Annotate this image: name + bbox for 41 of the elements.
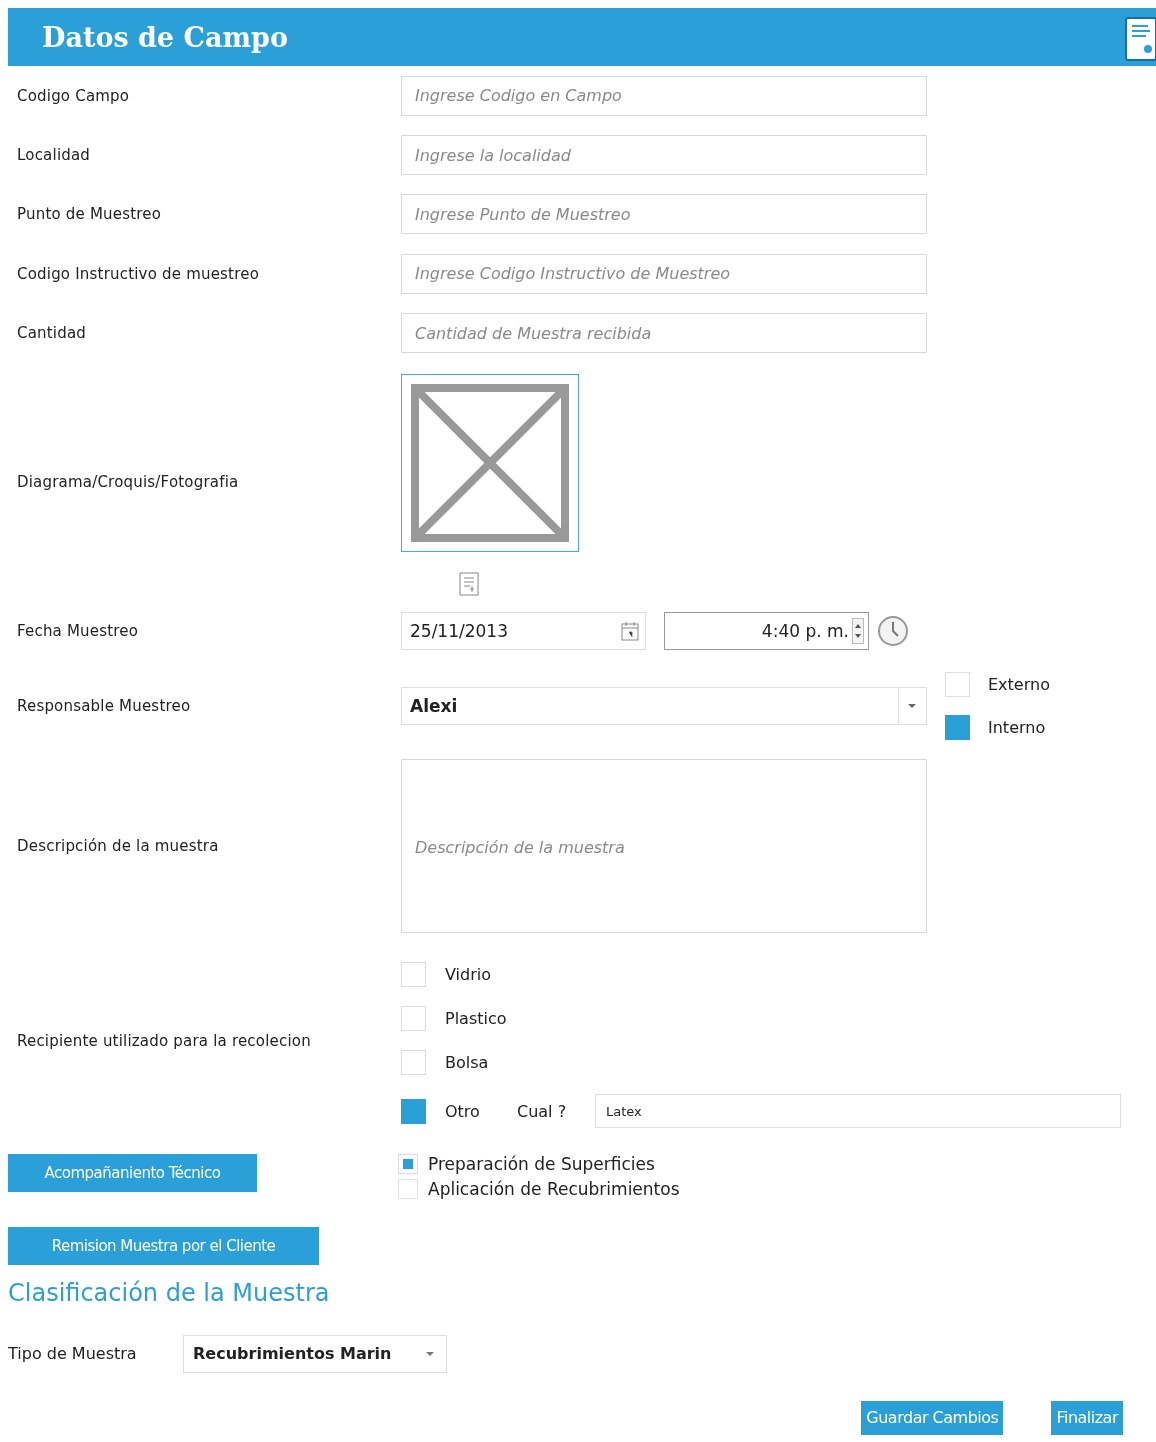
field-label: Descripción de la muestra [16,837,220,856]
spinner-arrows-icon[interactable] [852,618,864,645]
checkbox[interactable] [945,715,970,741]
field-label: Recipiente utilizado para la recolecion [16,1032,312,1051]
checkbox-label: Vidrio [445,965,492,985]
text-area[interactable]: Descripción de la muestra [401,759,927,934]
input-field[interactable]: Ingrese Punto de Muestreo [401,194,927,235]
field-label: Diagrama/Croquis/Fotografia [16,472,240,491]
input-field[interactable]: Cantidad de Muestra recibida [401,313,927,354]
field-label: Punto de Muestreo [16,205,163,224]
document-icon[interactable] [1124,16,1156,62]
page-title: Datos de Campo [42,21,288,53]
field-label: Responsable Muestreo [16,697,192,716]
input-field[interactable]: Ingrese Codigo en Campo [401,75,927,116]
date-field[interactable]: 25/11/2013 [401,612,646,651]
checkbox-label: Bolsa [445,1053,490,1073]
field-label: Cantidad [16,324,88,343]
calendar-icon[interactable] [621,621,639,642]
field-label: Tipo de Muestra [8,1344,138,1364]
field-label: Codigo Campo [16,86,131,105]
input-field[interactable]: Ingrese Codigo Instructivo de Muestreo [401,253,927,294]
clock-icon[interactable] [877,615,909,648]
image-placeholder-icon[interactable] [401,373,579,552]
field-label: Cual ? [517,1101,568,1121]
checkbox-label: Externo [988,675,1050,695]
field-label: Codigo Instructivo de muestreo [16,264,261,283]
checkbox-label: Interno [988,718,1046,738]
dropdown[interactable]: Alexi [401,687,927,726]
field-label: Fecha Muestreo [16,622,140,641]
input-field[interactable]: Latex [595,1094,1121,1129]
input-field[interactable]: Ingrese la localidad [401,135,927,176]
section-heading: Clasificación de la Muestra [8,1278,331,1309]
time-field[interactable]: 4:40 p. m. [664,612,869,651]
checkbox-label: Otro [445,1101,481,1121]
checkbox[interactable] [401,1098,426,1124]
field-label: Localidad [16,146,92,165]
checkbox-label: Preparación de Superficies [428,1153,655,1174]
dropdown[interactable]: Recubrimientos Marin [183,1334,447,1373]
upload-icon[interactable] [459,571,479,596]
checkbox-label: Aplicación de Recubrimientos [428,1178,680,1199]
checkbox-label: Plastico [445,1009,508,1029]
